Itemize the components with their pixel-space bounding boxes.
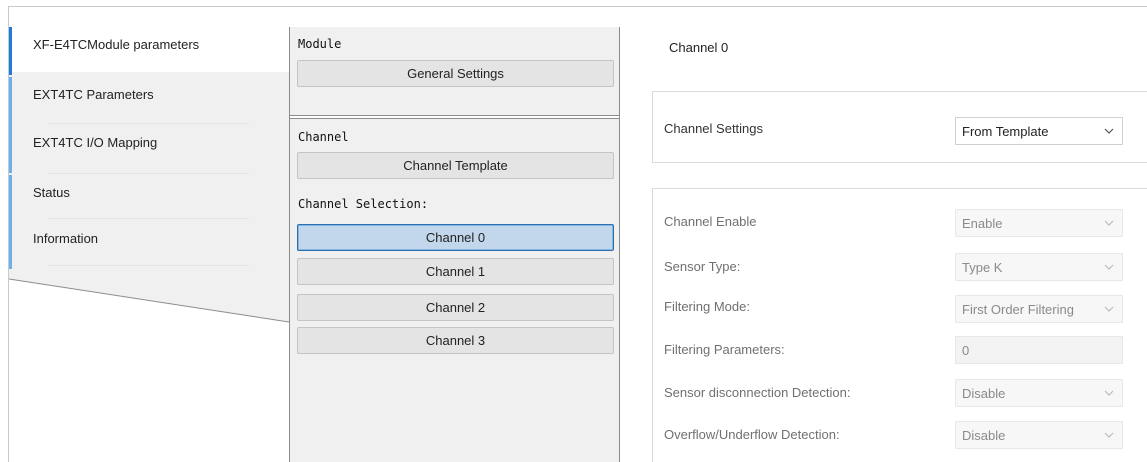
nav-item-label: EXT4TC I/O Mapping [33,135,158,150]
chevron-down-icon [1104,432,1114,438]
nav-indicator [9,221,12,269]
channel-0-button[interactable]: Channel 0 [297,224,614,251]
channel-settings-label: Channel Settings [664,121,764,136]
overflow-underflow-label: Overflow/Underflow Detection: [664,427,840,442]
channel-1-button[interactable]: Channel 1 [297,258,614,285]
channel-3-button[interactable]: Channel 3 [297,327,614,354]
nav-separator [49,123,249,124]
nav-active-indicator [9,27,12,75]
select-value: First Order Filtering [962,302,1074,317]
nav-item-information[interactable]: Information [9,221,289,269]
nav-separator [49,218,249,219]
select-value: Type K [962,260,1003,275]
channel-title: Channel 0 [669,40,729,55]
channel-2-button[interactable]: Channel 2 [297,294,614,321]
overflow-underflow-select[interactable]: Disable [955,421,1123,449]
nav-item-label: EXT4TC Parameters [33,87,154,102]
chevron-down-icon [1104,128,1114,134]
channel-enable-select[interactable]: Enable [955,209,1123,237]
sensor-disconnection-select[interactable]: Disable [955,379,1123,407]
channel-parameters-card: Channel Enable Enable Sensor Type: Type … [652,188,1147,462]
input-value: 0 [962,343,970,358]
channel-detail-panel: Channel 0 Channel Settings From Template… [621,27,1147,462]
nav-item-status[interactable]: Status [9,175,289,223]
sensor-type-label: Sensor Type: [664,259,741,274]
nav-item-ext4tc-parameters[interactable]: EXT4TC Parameters [9,77,289,125]
filtering-mode-select[interactable]: First Order Filtering [955,295,1123,323]
nav-indicator [9,125,12,173]
chevron-down-icon [1104,220,1114,226]
sensor-type-select[interactable]: Type K [955,253,1123,281]
select-value: From Template [962,124,1049,139]
filtering-mode-label: Filtering Mode: [664,299,750,314]
nav-item-io-mapping[interactable]: EXT4TC I/O Mapping [9,125,289,173]
filtering-parameters-label: Filtering Parameters: [664,342,785,357]
module-section: Module General Settings [290,27,619,117]
channel-enable-label: Channel Enable [664,214,757,229]
select-value: Disable [962,428,1006,443]
nav-item-module-parameters[interactable]: XF-E4TCModule parameters [9,27,289,75]
chevron-down-icon [1104,306,1114,312]
channel-selection-label: Channel Selection: [298,197,429,211]
section-divider [290,115,619,119]
left-navigation: XF-E4TCModule parameters EXT4TC Paramete… [9,27,289,327]
select-value: Disable [962,386,1006,401]
chevron-down-icon [1104,264,1114,270]
nav-separator [49,265,249,266]
sensor-disconnection-label: Sensor disconnection Detection: [664,385,851,400]
channel-settings-select[interactable]: From Template [955,117,1123,145]
chevron-down-icon [1104,390,1114,396]
nav-separator [49,173,249,174]
channel-settings-card: Channel Settings From Template [652,91,1147,163]
nav-indicator [9,77,12,125]
nav-item-label: Status [33,185,70,200]
filtering-parameters-input[interactable]: 0 [955,336,1123,364]
channel-section-label: Channel [298,130,349,144]
module-channel-panel: Module General Settings Channel Channel … [289,27,620,462]
general-settings-button[interactable]: General Settings [297,60,614,87]
select-value: Enable [962,216,1003,231]
nav-item-label: Information [33,231,99,246]
module-section-label: Module [298,37,342,51]
channel-template-button[interactable]: Channel Template [297,152,614,179]
nav-item-label: XF-E4TCModule parameters [33,37,200,52]
nav-indicator [9,175,12,223]
